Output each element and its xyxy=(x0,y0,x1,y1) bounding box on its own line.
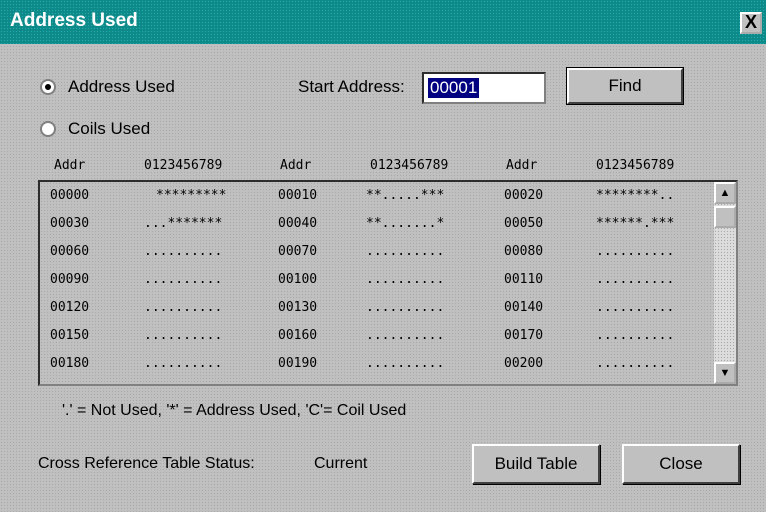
row-address: 00200 xyxy=(504,356,544,371)
row-address: 00170 xyxy=(504,328,544,343)
table-row[interactable]: 00150 .......... 00160 .......... 00170 … xyxy=(40,322,714,350)
title-bar[interactable]: Address Used X xyxy=(0,0,766,44)
row-address: 00190 xyxy=(278,356,318,371)
row-bits: ******.*** xyxy=(596,216,675,231)
column-header-bits: 0123456789 xyxy=(144,158,223,173)
row-bits: .......... xyxy=(144,244,223,259)
row-bits: .......... xyxy=(596,356,675,371)
arrow-up-icon[interactable]: ▲ xyxy=(714,182,736,204)
row-bits: .......... xyxy=(144,356,223,371)
row-address: 00060 xyxy=(50,244,90,259)
row-bits: .......... xyxy=(144,272,223,287)
row-bits: .......... xyxy=(366,244,445,259)
row-address: 00050 xyxy=(504,216,544,231)
row-address: 00150 xyxy=(50,328,90,343)
table-row[interactable]: 00000 ********* 00010 **.....*** 00020 *… xyxy=(40,182,714,210)
row-address: 00020 xyxy=(504,188,544,203)
row-address: 00140 xyxy=(504,300,544,315)
row-address: 00090 xyxy=(50,272,90,287)
radio-address-used[interactable]: Address Used xyxy=(40,77,175,97)
vertical-scrollbar[interactable]: ▲ ▼ xyxy=(714,182,736,384)
row-bits: **.....*** xyxy=(366,188,445,203)
arrow-down-icon[interactable]: ▼ xyxy=(714,362,736,384)
legend-text: '.' = Not Used, '*' = Address Used, 'C'=… xyxy=(62,402,407,419)
row-bits: .......... xyxy=(596,272,675,287)
address-table-list[interactable]: 00000 ********* 00010 **.....*** 00020 *… xyxy=(38,180,738,386)
column-header-addr: Addr xyxy=(280,158,312,173)
row-address: 00120 xyxy=(50,300,90,315)
table-row[interactable]: 00180 .......... 00190 .......... 00200 … xyxy=(40,350,714,378)
table-row[interactable]: 00090 .......... 00100 .......... 00110 … xyxy=(40,266,714,294)
row-address: 00100 xyxy=(278,272,318,287)
column-header-bits: 0123456789 xyxy=(370,158,449,173)
row-bits: .......... xyxy=(366,328,445,343)
row-bits: .......... xyxy=(144,300,223,315)
close-button-label: Close xyxy=(659,454,703,473)
row-address: 00180 xyxy=(50,356,90,371)
row-address: 00130 xyxy=(278,300,318,315)
column-header-bits: 0123456789 xyxy=(596,158,675,173)
row-bits: .......... xyxy=(366,300,445,315)
build-table-button-label: Build Table xyxy=(494,454,578,473)
status-value: Current xyxy=(314,455,368,472)
row-address: 00040 xyxy=(278,216,318,231)
scroll-thumb[interactable] xyxy=(714,206,736,228)
row-bits: **.......* xyxy=(366,216,445,231)
status-label: Cross Reference Table Status: xyxy=(38,455,255,472)
row-address: 00010 xyxy=(278,188,318,203)
row-address: 00030 xyxy=(50,216,90,231)
start-address-input[interactable]: 00001 xyxy=(422,72,546,104)
table-row[interactable]: 00060 .......... 00070 .......... 00080 … xyxy=(40,238,714,266)
radio-unchecked-icon xyxy=(40,121,56,137)
column-header-addr: Addr xyxy=(506,158,538,173)
row-bits: .......... xyxy=(366,272,445,287)
row-bits: .......... xyxy=(144,328,223,343)
close-icon[interactable]: X xyxy=(740,12,762,34)
row-bits: .......... xyxy=(366,356,445,371)
radio-checked-icon xyxy=(40,79,56,95)
row-bits: .......... xyxy=(596,300,675,315)
table-row[interactable]: 00120 .......... 00130 .......... 00140 … xyxy=(40,294,714,322)
build-table-button[interactable]: Build Table xyxy=(472,444,600,484)
table-row[interactable]: 00030 ...******* 00040 **.......* 00050 … xyxy=(40,210,714,238)
row-address: 00000 xyxy=(50,188,90,203)
column-header-addr: Addr xyxy=(54,158,86,173)
start-address-value: 00001 xyxy=(428,78,480,98)
close-button[interactable]: Close xyxy=(622,444,740,484)
row-address: 00080 xyxy=(504,244,544,259)
row-bits: ********.. xyxy=(596,188,675,203)
radio-coils-used-label: Coils Used xyxy=(68,119,151,138)
row-bits: ********* xyxy=(156,188,227,203)
row-bits: .......... xyxy=(596,328,675,343)
radio-coils-used[interactable]: Coils Used xyxy=(40,119,150,139)
row-address: 00070 xyxy=(278,244,318,259)
row-bits: ...******* xyxy=(144,216,223,231)
find-button-label: Find xyxy=(608,76,642,95)
window-title: Address Used xyxy=(10,10,138,31)
start-address-label: Start Address: xyxy=(298,77,405,96)
address-used-dialog: Address Used X Address Used Coils Used S… xyxy=(0,0,766,512)
row-address: 00160 xyxy=(278,328,318,343)
find-button[interactable]: Find xyxy=(566,67,684,105)
row-address: 00110 xyxy=(504,272,544,287)
radio-address-used-label: Address Used xyxy=(68,77,175,96)
row-bits: .......... xyxy=(596,244,675,259)
